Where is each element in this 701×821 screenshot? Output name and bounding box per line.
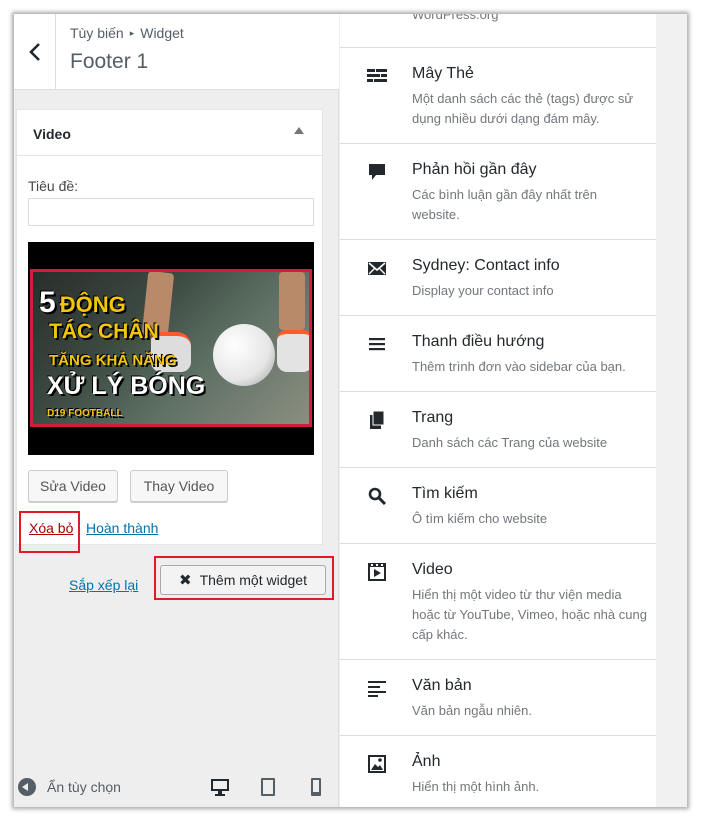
breadcrumb-widget: Widget bbox=[140, 25, 184, 41]
widget-item-name: Văn bản bbox=[412, 677, 472, 694]
breadcrumb-customize: Tùy biến bbox=[70, 25, 124, 41]
widget-item-desc: Ô tìm kiếm cho website bbox=[412, 511, 548, 526]
available-widgets-panel: WordPress.org Mây Thẻ Một danh sách các … bbox=[340, 14, 687, 807]
customizer-footer: Ẩn tùy chọn bbox=[14, 769, 339, 807]
thumb-shoe-right bbox=[277, 330, 309, 372]
add-widget-highlight-box bbox=[154, 556, 334, 600]
thumb-text-line1: 5 ĐỘNG bbox=[39, 286, 126, 320]
replace-video-button[interactable]: Thay Video bbox=[130, 470, 228, 502]
widget-item-name: Video bbox=[412, 561, 453, 578]
available-widgets-list: WordPress.org Mây Thẻ Một danh sách các … bbox=[340, 14, 656, 807]
search-icon bbox=[368, 487, 387, 506]
thumb-leg-right bbox=[279, 272, 305, 330]
edit-video-button[interactable]: Sửa Video bbox=[28, 470, 118, 502]
widget-item-desc: Display your contact info bbox=[412, 283, 554, 298]
mobile-preview-icon[interactable] bbox=[306, 777, 326, 797]
widget-item-pages[interactable]: Trang Danh sách các Trang của website bbox=[340, 392, 656, 468]
page-title: Footer 1 bbox=[70, 50, 149, 73]
text-icon bbox=[368, 681, 386, 697]
image-icon bbox=[368, 755, 386, 773]
thumb-text-line3: TĂNG KHẢ NĂNG bbox=[49, 352, 177, 369]
video-widget-form: Video Tiêu đề: 5 ĐỘNG TÁC CHÂN TĂNG KHẢ N… bbox=[16, 109, 323, 545]
thumb-ball bbox=[213, 324, 275, 386]
thumb-text-line5: D19 FOOTBALL bbox=[47, 408, 123, 419]
panel-scroll-gutter bbox=[656, 14, 687, 807]
widget-item-contact-info[interactable]: Sydney: Contact info Display your contac… bbox=[340, 240, 656, 316]
widget-item-name: Sydney: Contact info bbox=[412, 257, 560, 274]
video-thumbnail: 5 ĐỘNG TÁC CHÂN TĂNG KHẢ NĂNG XỬ LÝ BÓNG … bbox=[30, 269, 312, 427]
video-preview: 5 ĐỘNG TÁC CHÂN TĂNG KHẢ NĂNG XỬ LÝ BÓNG … bbox=[28, 242, 314, 455]
widget-item-name: Mây Thẻ bbox=[412, 65, 474, 82]
title-field[interactable] bbox=[28, 198, 314, 226]
widget-item-desc: Văn bản ngẫu nhiên. bbox=[412, 703, 532, 718]
widget-item-name: Phản hồi gần đây bbox=[412, 161, 537, 178]
chevron-left-icon bbox=[28, 43, 40, 61]
widget-item-tag-cloud[interactable]: Mây Thẻ Một danh sách các thẻ (tags) đượ… bbox=[340, 48, 656, 144]
thumb-line1-text: ĐỘNG bbox=[59, 292, 126, 317]
reorder-link[interactable]: Sắp xếp lại bbox=[69, 577, 138, 593]
widget-item-desc: Thêm trình đơn vào sidebar của bạn. bbox=[412, 359, 626, 374]
menu-icon bbox=[369, 338, 385, 351]
video-icon bbox=[368, 563, 386, 581]
widget-title: Video bbox=[33, 126, 71, 142]
widget-item-name: Thanh điều hướng bbox=[412, 333, 545, 350]
widget-title-bar[interactable]: Video bbox=[17, 110, 322, 156]
widget-item-desc: Một danh sách các thẻ (tags) được sử dụn… bbox=[412, 91, 634, 126]
back-button[interactable] bbox=[14, 14, 56, 90]
widget-item-recent-comments[interactable]: Phản hồi gần đây Các bình luận gần đây n… bbox=[340, 144, 656, 240]
widget-item-partial[interactable]: WordPress.org bbox=[340, 14, 656, 48]
done-link[interactable]: Hoàn thành bbox=[86, 520, 158, 536]
widget-item-name: Trang bbox=[412, 409, 454, 426]
widget-item-partial-desc: WordPress.org bbox=[412, 14, 499, 22]
widget-item-search[interactable]: Tìm kiếm Ô tìm kiếm cho website bbox=[340, 468, 656, 544]
thumb-text-line2: TÁC CHÂN bbox=[49, 320, 159, 343]
widget-item-name: Ảnh bbox=[412, 753, 441, 770]
collapse-sidebar-button[interactable]: Ẩn tùy chọn bbox=[47, 779, 121, 795]
pages-icon bbox=[370, 410, 385, 429]
email-icon bbox=[368, 262, 386, 275]
customizer-window: Tùy biến ▸ Widget Footer 1 Video Tiêu đề… bbox=[14, 14, 687, 807]
widget-item-image[interactable]: Ảnh Hiển thị một hình ảnh. bbox=[340, 736, 656, 807]
title-field-label: Tiêu đề: bbox=[28, 178, 79, 194]
customizer-sidebar: Tùy biến ▸ Widget Footer 1 Video Tiêu đề… bbox=[14, 14, 339, 807]
widget-item-desc: Hiển thị một hình ảnh. bbox=[412, 779, 540, 794]
widget-item-video[interactable]: Video Hiển thị một video từ thư viện med… bbox=[340, 544, 656, 660]
widget-item-navigation-menu[interactable]: Thanh điều hướng Thêm trình đơn vào side… bbox=[340, 316, 656, 392]
widget-item-text[interactable]: Văn bản Văn bản ngẫu nhiên. bbox=[340, 660, 656, 736]
breadcrumb-separator: ▸ bbox=[129, 27, 135, 38]
panel-header: Tùy biến ▸ Widget Footer 1 bbox=[14, 14, 339, 90]
tag-cloud-icon bbox=[367, 69, 387, 82]
thumb-text-line4: XỬ LÝ BÓNG bbox=[47, 372, 206, 400]
tablet-preview-icon[interactable] bbox=[258, 777, 278, 797]
widget-item-name: Tìm kiếm bbox=[412, 485, 478, 502]
collapse-sidebar-icon[interactable] bbox=[18, 778, 36, 796]
thumb-number: 5 bbox=[39, 286, 56, 319]
widget-item-desc: Danh sách các Trang của website bbox=[412, 435, 608, 450]
widget-item-desc: Hiển thị một video từ thư viện media hoặ… bbox=[412, 587, 647, 642]
desktop-preview-icon[interactable] bbox=[210, 777, 230, 797]
widget-item-desc: Các bình luận gần đây nhất trên website. bbox=[412, 187, 598, 222]
comment-icon bbox=[369, 164, 385, 180]
collapse-arrow-icon[interactable] bbox=[294, 127, 304, 134]
delete-highlight-box bbox=[19, 511, 80, 553]
breadcrumb: Tùy biến ▸ Widget bbox=[70, 25, 184, 41]
